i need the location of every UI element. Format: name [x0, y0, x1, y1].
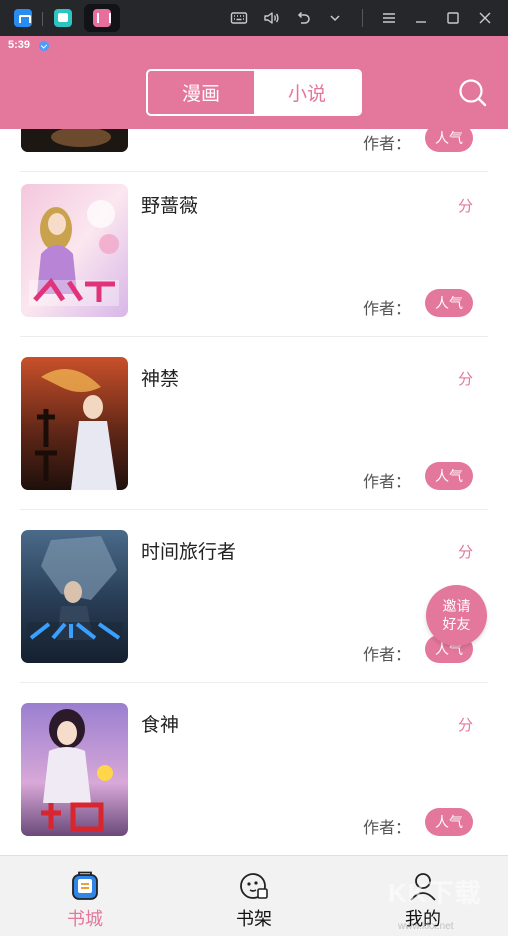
- popularity-badge: 人气: [425, 808, 473, 836]
- nav-item-bookshelf[interactable]: 书架: [209, 856, 299, 936]
- maximize-icon[interactable]: [441, 6, 465, 30]
- keyboard-icon[interactable]: [227, 6, 251, 30]
- book-title: 时间旅行者: [141, 541, 237, 563]
- book-cover[interactable]: [21, 129, 128, 152]
- download-icon: [39, 41, 49, 51]
- volume-icon[interactable]: [259, 6, 283, 30]
- author-label: 作者：: [363, 645, 412, 664]
- list-item[interactable]: 神禁 分 作者： 人气: [0, 337, 508, 510]
- watermark-logo: KK下载: [388, 878, 482, 908]
- invite-label-line2: 好友: [442, 616, 471, 633]
- book-title: 神禁: [141, 368, 180, 390]
- search-icon[interactable]: [458, 78, 488, 108]
- book-score: 分: [458, 197, 474, 215]
- invite-label-line1: 邀请: [442, 598, 471, 615]
- author-label: 作者：: [363, 134, 412, 153]
- book-cover[interactable]: [21, 530, 128, 663]
- author-label: 作者：: [363, 299, 412, 318]
- category-switch: 漫画 小说: [146, 69, 362, 116]
- status-bar: 5:39: [0, 36, 508, 56]
- book-list[interactable]: 作者： 人气 野蔷薇 分 作者： 人气 神禁 分 作者： 人气 时间旅行者 分 …: [0, 129, 508, 855]
- popularity-badge: 人气: [425, 289, 473, 317]
- emulator-app-tab-reader[interactable]: [84, 4, 120, 32]
- list-item[interactable]: 野蔷薇 分 作者： 人气: [0, 164, 508, 337]
- author-label: 作者：: [363, 472, 412, 491]
- nav-item-bookstore[interactable]: 书城: [40, 856, 130, 936]
- popularity-badge: 人气: [425, 129, 473, 152]
- close-icon[interactable]: [473, 6, 497, 30]
- author-label: 作者：: [363, 818, 412, 837]
- book-cover[interactable]: [21, 703, 128, 836]
- book-score: 分: [458, 716, 474, 734]
- emulator-app-tab-store[interactable]: [48, 4, 78, 32]
- book-score: 分: [458, 370, 474, 388]
- book-cover[interactable]: [21, 357, 128, 490]
- book-title: 野蔷薇: [141, 195, 199, 217]
- nav-label-bookstore: 书城: [67, 909, 103, 930]
- menu-icon[interactable]: [377, 6, 401, 30]
- back-icon[interactable]: [291, 6, 315, 30]
- app-store-icon: [54, 9, 72, 27]
- bookstore-icon: [69, 870, 101, 902]
- book-cover[interactable]: [21, 184, 128, 317]
- popularity-badge: 人气: [425, 462, 473, 490]
- book-score: 分: [458, 543, 474, 561]
- emulator-title-bar: [0, 0, 508, 36]
- book-title: 食神: [141, 714, 180, 736]
- invite-friends-button[interactable]: 邀请 好友: [426, 585, 487, 646]
- multi-instance-icon: [14, 9, 32, 27]
- status-clock: 5:39: [8, 39, 31, 51]
- chevron-down-icon[interactable]: [323, 6, 347, 30]
- watermark-url: www.kkx.net: [398, 921, 454, 932]
- app-header: 漫画 小说: [0, 56, 508, 129]
- nav-label-bookshelf: 书架: [236, 909, 272, 930]
- list-item[interactable]: 食神 分 作者： 人气: [0, 683, 508, 855]
- tab-comics[interactable]: 漫画: [148, 71, 254, 114]
- emulator-app-tab-multi[interactable]: [8, 4, 38, 32]
- tab-novels[interactable]: 小说: [254, 71, 360, 114]
- minimize-icon[interactable]: [409, 6, 433, 30]
- reader-app-icon: [93, 9, 111, 27]
- bookshelf-icon: [238, 870, 270, 902]
